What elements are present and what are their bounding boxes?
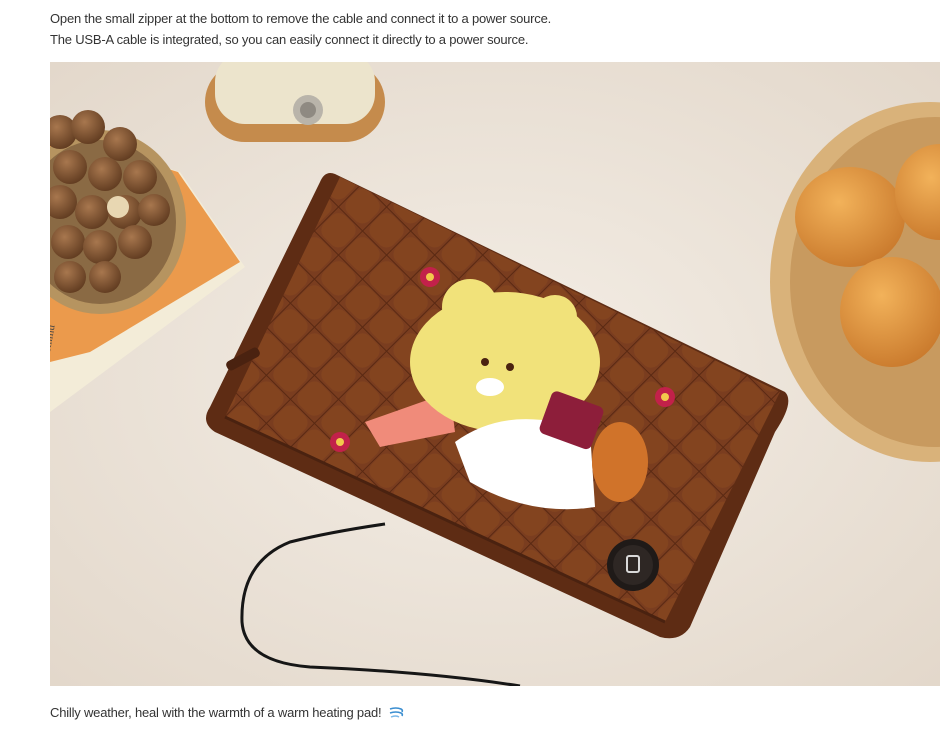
wind-icon <box>389 704 405 725</box>
intro-text: Open the small zipper at the bottom to r… <box>50 8 551 50</box>
power-button-icon <box>607 539 659 591</box>
caption-text: Chilly weather, heal with the warmth of … <box>50 705 382 720</box>
intro-line-2: The USB-A cable is integrated, so you ca… <box>50 32 529 47</box>
product-photo: commu <box>50 62 940 686</box>
intro-line-1: Open the small zipper at the bottom to r… <box>50 11 552 26</box>
caption: Chilly weather, heal with the warmth of … <box>50 702 405 725</box>
lamp-base-icon <box>205 62 385 142</box>
